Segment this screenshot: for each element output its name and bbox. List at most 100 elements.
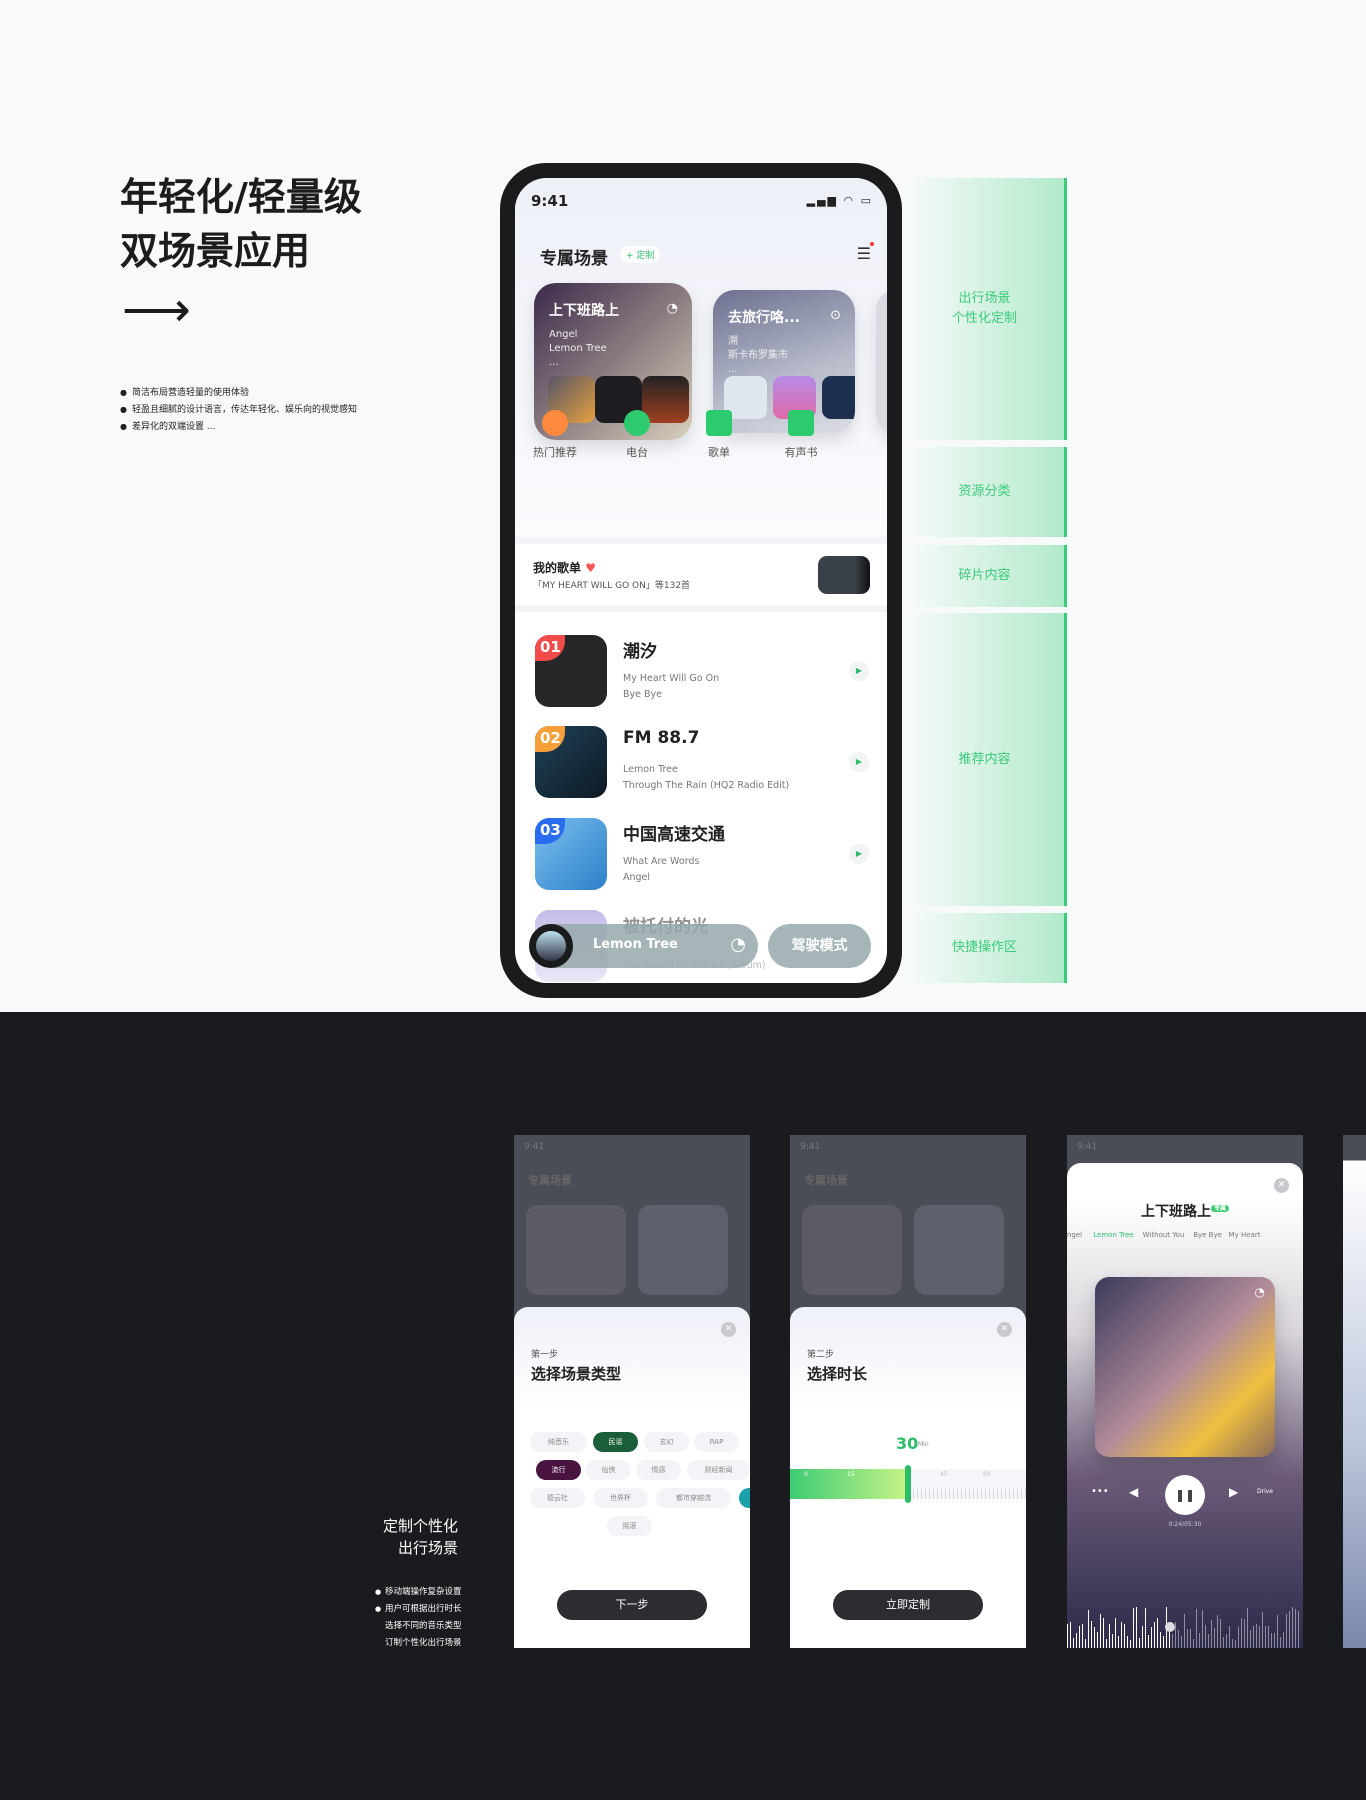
tag[interactable]: 仙侠 — [586, 1460, 631, 1480]
tag[interactable]: 德云社 — [530, 1488, 585, 1508]
close-icon[interactable]: ✕ — [721, 1322, 736, 1337]
tag[interactable]: 情感 — [636, 1460, 681, 1480]
waveform-bar — [1157, 1617, 1159, 1648]
duration-value: 30 — [896, 1434, 919, 1453]
tag[interactable]: 玄幻 — [644, 1432, 689, 1452]
waveform-bar — [1238, 1627, 1240, 1648]
waveform-bar — [1088, 1610, 1090, 1648]
playlist-cover[interactable] — [818, 556, 870, 594]
customize-now-button[interactable]: 立即定制 — [833, 1590, 983, 1620]
tag[interactable]: 都市穿越流 — [656, 1488, 731, 1508]
category-audiobook[interactable]: 有声书 — [761, 410, 841, 460]
divider — [515, 537, 887, 544]
play-icon[interactable]: ▶ — [849, 752, 869, 772]
divider — [515, 605, 887, 612]
waveform-bar — [1103, 1618, 1105, 1648]
tab[interactable]: Without You — [1143, 1231, 1185, 1239]
waveform-bar — [1082, 1623, 1084, 1648]
waveform-bar — [1154, 1622, 1156, 1648]
slider-handle[interactable] — [905, 1465, 911, 1503]
annotation: 碎片内容 — [905, 545, 1067, 607]
album-cover: ◔ — [1095, 1277, 1275, 1457]
pause-button[interactable]: ❚❚ — [1165, 1475, 1205, 1515]
tag[interactable]: 摇滚 — [607, 1516, 652, 1536]
menu-icon[interactable]: ☰ — [857, 242, 874, 263]
my-playlist-subtitle: 「MY HEART WILL GO ON」等132首 — [533, 581, 691, 591]
tab-active[interactable]: Lemon Tree — [1093, 1231, 1133, 1239]
close-icon[interactable]: ✕ — [1274, 1178, 1289, 1193]
waveform-progress[interactable] — [1067, 1603, 1303, 1648]
previous-icon[interactable]: ◀ — [1129, 1485, 1138, 1499]
tag[interactable]: 纯音乐 — [530, 1432, 587, 1452]
player-panel: ✕ 上下班路上 专属 ngel Lemon Tree Without You By… — [1067, 1163, 1303, 1648]
tag-selected[interactable]: 民谣 — [593, 1432, 638, 1452]
more-icon[interactable]: ••• — [1091, 1486, 1109, 1497]
waveform-bar — [1256, 1624, 1258, 1648]
progress-knob[interactable] — [1165, 1622, 1176, 1632]
waveform-bar — [1163, 1635, 1165, 1648]
waveform-bar — [1151, 1626, 1153, 1648]
waveform-bar — [1253, 1626, 1255, 1648]
scene-songs: Angel Lemon Tree... — [549, 329, 607, 368]
waveform-bar — [1268, 1626, 1270, 1648]
waveform-bar — [1121, 1621, 1123, 1648]
next-icon[interactable]: ▶ — [1229, 1485, 1238, 1499]
waveform-bar — [1214, 1627, 1216, 1648]
waveform-bar — [1094, 1627, 1096, 1648]
list-item[interactable]: 01 潮汐 My Heart Will Go On Bye Bye ▶ — [535, 635, 875, 707]
album-art: 02 — [535, 726, 607, 798]
play-circle-icon: ⊙ — [830, 308, 841, 323]
tab[interactable]: ngel — [1067, 1231, 1082, 1239]
tag[interactable]: 世界杯 — [593, 1488, 648, 1508]
player-title: 上下班路上 专属 — [1067, 1201, 1303, 1221]
tag[interactable] — [739, 1488, 750, 1508]
heart-icon: ♥ — [585, 561, 596, 575]
bullet: 差异化的双端设置 ... — [120, 418, 357, 435]
waveform-bar — [1196, 1608, 1198, 1648]
play-icon[interactable]: ▶ — [849, 661, 869, 681]
music-note-icon[interactable]: ◔ — [730, 934, 746, 955]
category-playlist[interactable]: 歌单 — [679, 410, 759, 460]
next-button[interactable]: 下一步 — [557, 1590, 707, 1620]
waveform-bar — [1097, 1631, 1099, 1648]
waveform-bar — [1232, 1638, 1234, 1648]
category-radio[interactable]: 电台 — [597, 410, 677, 460]
bullet: 轻盈且细腻的设计语言，传达年轻化、娱乐向的视觉感知 — [120, 401, 357, 418]
now-playing-bar[interactable]: Lemon Tree ◔ — [529, 924, 758, 968]
book-icon — [788, 410, 814, 436]
waveform-bar — [1073, 1637, 1075, 1648]
waveform-bar — [1133, 1608, 1135, 1648]
my-playlist[interactable]: 我的歌单 ♥ — [533, 559, 596, 576]
list-item[interactable]: 02 FM 88.7 Lemon Tree Through The Rain (HQ2… — [535, 726, 875, 798]
list-item[interactable]: 03 中国高速交通 What Are Words Angel ▶ — [535, 818, 875, 890]
customize-button[interactable]: + 定制 — [620, 246, 661, 263]
tag[interactable]: RAP — [694, 1432, 739, 1452]
scene-card-peek[interactable] — [876, 290, 887, 433]
waveform-bar — [1142, 1626, 1144, 1648]
tag[interactable]: 财经新闻 — [687, 1460, 750, 1480]
play-icon[interactable]: ▶ — [849, 844, 869, 864]
playback-time: 0:24/05:30 — [1168, 1521, 1202, 1528]
close-icon[interactable]: ✕ — [997, 1322, 1012, 1337]
category-hot[interactable]: 热门推荐 — [515, 410, 595, 460]
drive-button[interactable]: Drive — [1257, 1488, 1273, 1495]
phone-screen: 9:41 ▂▄▆ ◠ ▭ 专属场景 + 定制 ☰ 上下班路上 ◔ Angel Le… — [515, 178, 887, 983]
duration-slider[interactable]: 0 15 45 60 — [790, 1465, 1026, 1503]
waveform-bar — [1277, 1615, 1279, 1648]
waveform-bar — [1145, 1607, 1147, 1648]
waveform-bar — [1070, 1621, 1072, 1648]
waveform-bar — [1208, 1633, 1210, 1648]
tab[interactable]: Bye Bye — [1193, 1231, 1222, 1239]
tag-selected[interactable]: 流行 — [536, 1460, 581, 1480]
waveform-bar — [1229, 1625, 1231, 1648]
scene-songs: 溯斯卡布罗集市... — [728, 336, 788, 375]
tab[interactable]: My Heart — [1229, 1231, 1261, 1239]
drive-mode-button[interactable]: 驾驶模式 — [768, 924, 871, 968]
waveform-bar — [1139, 1637, 1141, 1648]
waveform-bar — [1274, 1633, 1276, 1648]
waveform-bar — [1226, 1633, 1228, 1648]
arrow-right-icon: ⟶ — [122, 282, 191, 338]
waveform-bar — [1223, 1637, 1225, 1648]
scene-title: 上下班路上 — [549, 303, 619, 319]
title-line: 双场景应用 — [120, 229, 311, 273]
